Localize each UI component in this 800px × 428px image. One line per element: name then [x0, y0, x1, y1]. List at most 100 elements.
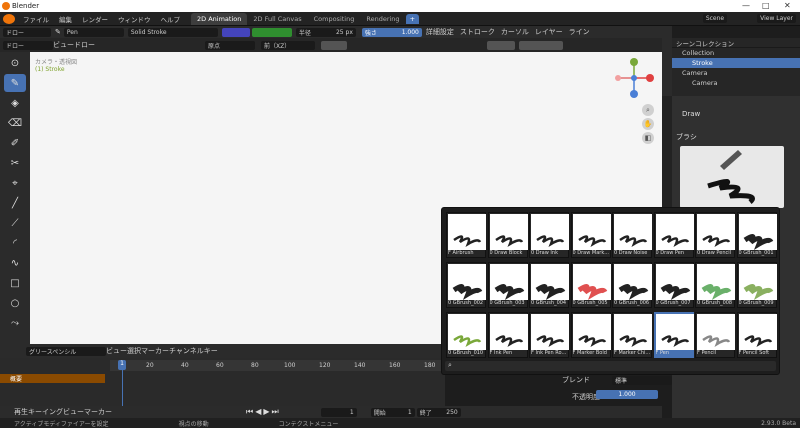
brush-tile[interactable]: 0 Draw Block [487, 212, 528, 258]
brush-tile[interactable]: F Ink Pen [487, 312, 528, 358]
brush-tile[interactable]: 0 Draw Pencil [695, 212, 735, 258]
brush-search-input[interactable]: ⌕ [445, 361, 776, 371]
radius-field[interactable]: 半径 25 px [295, 27, 356, 37]
brush-tile[interactable]: 0 GBrush_009 [736, 262, 777, 308]
opacity-field[interactable]: 1.000 [596, 390, 658, 399]
brush-preview[interactable] [680, 146, 784, 208]
add-workspace-button[interactable]: + [405, 13, 420, 24]
polyline-tool-icon[interactable]: ⟋ [4, 214, 26, 232]
menu-edit[interactable]: 編集 [54, 14, 77, 24]
close-button[interactable]: ✕ [784, 1, 791, 10]
brush-tile[interactable]: 0 Draw Pen [653, 212, 694, 258]
guides-toggle[interactable] [321, 40, 347, 50]
brush-tile[interactable]: 0 Draw Ink [529, 212, 569, 258]
shading-buttons[interactable] [519, 40, 563, 50]
navigation-gizmo[interactable] [612, 56, 656, 100]
brush-tile[interactable]: 0 GBrush_010 [446, 312, 486, 358]
end-frame-field[interactable]: 終了 250 [416, 407, 461, 417]
strength-field[interactable]: 強さ 1.000 [361, 27, 422, 37]
mode-selector[interactable]: ドロー [3, 27, 51, 37]
draw-tool-icon[interactable]: ✎ [4, 74, 26, 92]
current-frame-field[interactable]: 1 [320, 407, 357, 417]
zoom-icon[interactable]: ⌕ [642, 104, 654, 116]
brush-tile[interactable]: F Pencil [695, 312, 735, 358]
playback-controls-icon[interactable]: ⏮◀▶⏭ [246, 407, 281, 417]
tab-compositing[interactable]: Compositing [308, 13, 361, 25]
brush-tile[interactable]: 0 GBrush_005 [570, 262, 611, 308]
editor-type-selector[interactable]: グリースペンシル [26, 346, 106, 356]
brush-selector[interactable]: Pen [63, 27, 124, 37]
overlay-toggle[interactable] [487, 40, 515, 50]
keying-menu[interactable]: キーイング [28, 407, 63, 417]
timeline-menu-channel[interactable]: チャンネル [169, 346, 204, 356]
brush-tile[interactable]: 0 GBrush_006 [612, 262, 652, 308]
line-tool-icon[interactable]: ╱ [4, 194, 26, 212]
brush-tile[interactable]: 0 GBrush_008 [695, 262, 735, 308]
pan-icon[interactable]: ✋ [642, 118, 654, 130]
brush-section-header[interactable]: ブラシ [676, 132, 697, 142]
menu-file[interactable]: ファイル [18, 14, 54, 24]
footer-view-menu[interactable]: ビュー [63, 407, 84, 417]
footer-marker-menu[interactable]: マーカー [84, 407, 112, 417]
timeline-menu-view[interactable]: ビュー [106, 346, 127, 356]
curve-tool-icon[interactable]: ∿ [4, 254, 26, 272]
tint-tool-icon[interactable]: ✐ [4, 134, 26, 152]
cutter-tool-icon[interactable]: ✂ [4, 154, 26, 172]
arc-tool-icon[interactable]: ◜ [4, 234, 26, 252]
summary-channel[interactable]: 概要 [0, 374, 105, 383]
menu-help[interactable]: ヘルプ [156, 14, 186, 24]
axis-selector[interactable]: 前（XZ） [261, 40, 315, 50]
fill-tool-icon[interactable]: ◈ [4, 94, 26, 112]
material-selector[interactable]: Solid Stroke [127, 27, 218, 37]
camera-view-icon[interactable]: ◧ [642, 132, 654, 144]
blender-menu-icon[interactable] [3, 13, 15, 24]
tab-rendering[interactable]: Rendering [360, 13, 405, 25]
timeline-menu-marker[interactable]: マーカー [141, 346, 169, 356]
minimize-button[interactable]: — [742, 1, 750, 10]
brush-tile[interactable]: F Airbrush [446, 212, 486, 258]
draw-mode-toggle[interactable] [221, 27, 250, 37]
layer-menu[interactable]: レイヤー [535, 27, 563, 37]
scene-selector[interactable]: Scene [702, 14, 728, 23]
brush-tile[interactable]: F Ink Pen Ro... [529, 312, 569, 358]
brush-tile[interactable]: 0 GBrush_004 [529, 262, 569, 308]
draw-menu[interactable]: ドロー [74, 40, 95, 50]
outliner-row-camera[interactable]: Camera [672, 68, 800, 78]
brush-tile[interactable]: F Marker Chi... [612, 312, 652, 358]
interaction-mode-selector[interactable]: ドロー [3, 40, 53, 50]
origin-selector[interactable]: 原点 [205, 40, 255, 50]
cursor-tool-icon[interactable]: ⊙ [4, 54, 26, 72]
view-layer-selector[interactable]: View Layer [757, 14, 796, 23]
stroke-color-swatch[interactable] [251, 27, 292, 37]
brush-tile[interactable]: F Marker Bold [570, 312, 611, 358]
brush-tile[interactable]: 0 Draw Noise [612, 212, 652, 258]
outliner-row-stroke[interactable]: Stroke [672, 58, 800, 68]
line-menu[interactable]: ライン [569, 27, 590, 37]
frame-ruler[interactable]: 20 40 60 80 100 120 140 160 180 [110, 360, 445, 371]
circle-tool-icon[interactable]: ○ [4, 294, 26, 312]
maximize-button[interactable]: □ [762, 1, 770, 10]
tab-2d-full-canvas[interactable]: 2D Full Canvas [247, 13, 307, 25]
playhead[interactable]: 1 [118, 360, 126, 406]
brush-tile[interactable]: F Pencil Soft [736, 312, 777, 358]
cursor-menu[interactable]: カーソル [501, 27, 529, 37]
outliner-row-camera-data[interactable]: Camera [672, 78, 800, 88]
playback-menu[interactable]: 再生 [14, 407, 28, 417]
outliner-row-collection[interactable]: Collection [672, 48, 800, 58]
brush-tile[interactable]: 0 Draw Mark... [570, 212, 611, 258]
brush-tile[interactable]: 0 GBrush_002 [446, 262, 486, 308]
brush-tile[interactable]: 0 GBrush_003 [487, 262, 528, 308]
menu-window[interactable]: ウィンドウ [113, 14, 156, 24]
tab-2d-animation[interactable]: 2D Animation [191, 12, 248, 25]
settings-menu[interactable]: 詳細設定 [426, 27, 454, 37]
brush-tile[interactable]: 0 GBrush_007 [653, 262, 694, 308]
stroke-menu[interactable]: ストローク [460, 27, 495, 37]
brush-tile[interactable]: F Pen [653, 312, 694, 358]
eyedropper-tool-icon[interactable]: ⌖ [4, 174, 26, 192]
menu-render[interactable]: レンダー [77, 14, 113, 24]
timeline-menu-select[interactable]: 選択 [127, 346, 141, 356]
box-tool-icon[interactable]: □ [4, 274, 26, 292]
erase-tool-icon[interactable]: ⌫ [4, 114, 26, 132]
blend-selector[interactable]: 標準 [612, 375, 672, 385]
start-frame-field[interactable]: 開始 1 [370, 407, 415, 417]
